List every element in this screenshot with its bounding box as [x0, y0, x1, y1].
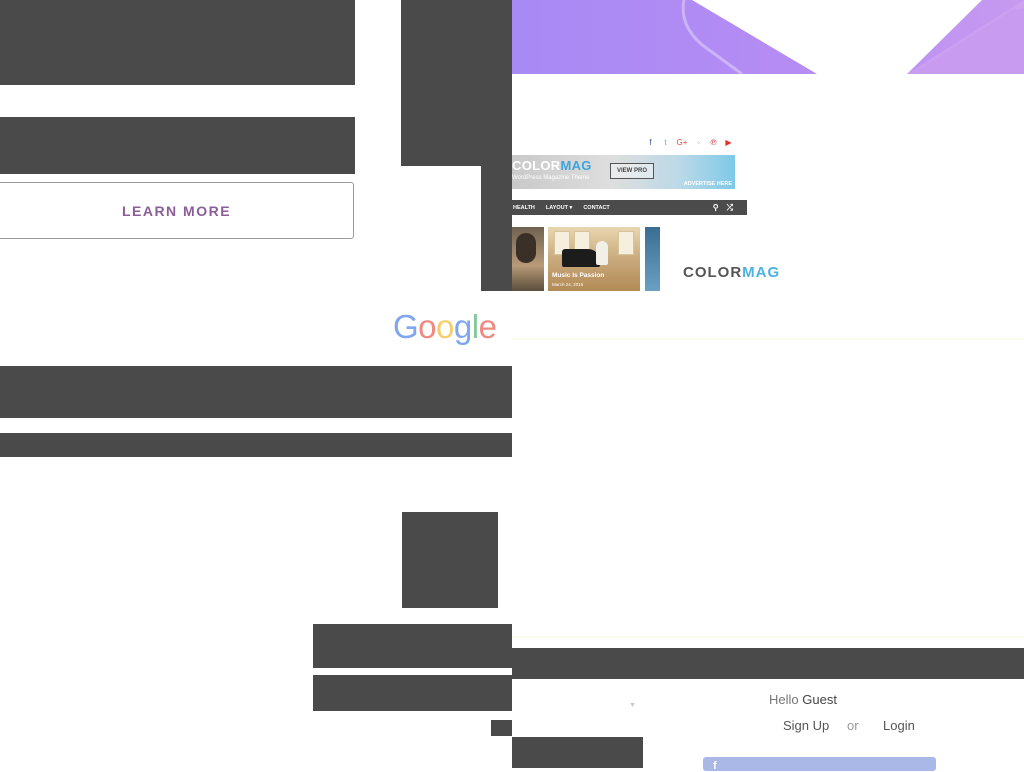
- advertise-label: ADVERTISE HERE: [683, 181, 732, 187]
- image-placeholder-right-bar: [512, 648, 1024, 679]
- nav-item-health[interactable]: HEALTH: [513, 205, 535, 211]
- image-placeholder-center-strip: [481, 166, 512, 291]
- image-placeholder-square: [402, 512, 498, 608]
- login-link[interactable]: Login: [883, 718, 915, 733]
- pianist-shape: [596, 241, 608, 265]
- image-placeholder-top-left: [0, 0, 355, 85]
- colormag-ad-banner[interactable]: COLORMAG WordPress Magazine Theme VIEW P…: [512, 155, 735, 189]
- banner-subtitle: WordPress Magazine Theme: [512, 175, 590, 181]
- twitter-icon[interactable]: t: [661, 138, 670, 147]
- greeting: Hello Guest: [769, 692, 837, 707]
- person-shape: [516, 233, 536, 263]
- piano-shape: [562, 249, 600, 267]
- image-placeholder-wide-2: [0, 433, 512, 457]
- banner-title: COLORMAG: [512, 158, 592, 173]
- google-letter: o: [418, 308, 437, 345]
- window-shape: [618, 231, 634, 255]
- or-separator: or: [847, 718, 859, 733]
- thumbnail-landscape[interactable]: [645, 227, 660, 291]
- google-letter: e: [478, 308, 497, 345]
- header-decoration: [681, 0, 1024, 74]
- google-plus-icon[interactable]: G+: [676, 138, 688, 147]
- image-placeholder-center-tall: [401, 0, 512, 166]
- sign-up-link[interactable]: Sign Up: [783, 718, 829, 733]
- thumbnail-piano[interactable]: Music Is Passion March 24, 2015: [548, 227, 640, 291]
- pinterest-icon[interactable]: ℗: [709, 138, 718, 147]
- purple-header-banner: [512, 0, 1024, 74]
- guest-name: Guest: [802, 692, 837, 707]
- colormag-nav-bar: HEALTH LAYOUT ▾ CONTACT ⚲ ⤮: [512, 200, 747, 215]
- thumbnail-date: March 24, 2015: [552, 282, 584, 287]
- colormag-logo: COLORMAG: [683, 264, 781, 281]
- image-placeholder-bar-1: [313, 624, 512, 668]
- google-letter: l: [471, 308, 479, 345]
- search-icon[interactable]: ⚲: [713, 203, 719, 213]
- thumbnail-person[interactable]: [512, 227, 544, 291]
- image-placeholder-bottom: [512, 737, 643, 768]
- view-pro-button[interactable]: VIEW PRO: [610, 163, 654, 179]
- facebook-icon[interactable]: f: [646, 138, 655, 147]
- google-logo: Google: [393, 302, 497, 346]
- nav-item-contact[interactable]: CONTACT: [583, 205, 609, 211]
- facebook-login-button[interactable]: f: [703, 757, 936, 772]
- image-placeholder-left-2: [0, 117, 355, 174]
- google-letter: G: [393, 308, 419, 345]
- instagram-icon[interactable]: ◦: [694, 138, 703, 147]
- youtube-icon[interactable]: ▶: [724, 138, 733, 147]
- divider-line: [512, 636, 1024, 638]
- google-letter: g: [453, 308, 472, 345]
- learn-more-button[interactable]: LEARN MORE: [0, 182, 354, 239]
- divider-line: [512, 338, 1024, 340]
- google-letter: o: [436, 308, 454, 345]
- nav-item-layout[interactable]: LAYOUT ▾: [546, 205, 572, 211]
- image-placeholder-wide-1: [0, 366, 512, 418]
- shuffle-icon[interactable]: ⤮: [727, 203, 733, 213]
- dropdown-arrow-icon[interactable]: ▼: [629, 702, 636, 709]
- thumbnail-caption: Music Is Passion: [552, 272, 605, 279]
- image-placeholder-small: [491, 720, 512, 736]
- social-icons-row: f t G+ ◦ ℗ ▶: [646, 136, 733, 148]
- facebook-icon: f: [713, 760, 717, 772]
- image-placeholder-bar-2: [313, 675, 512, 711]
